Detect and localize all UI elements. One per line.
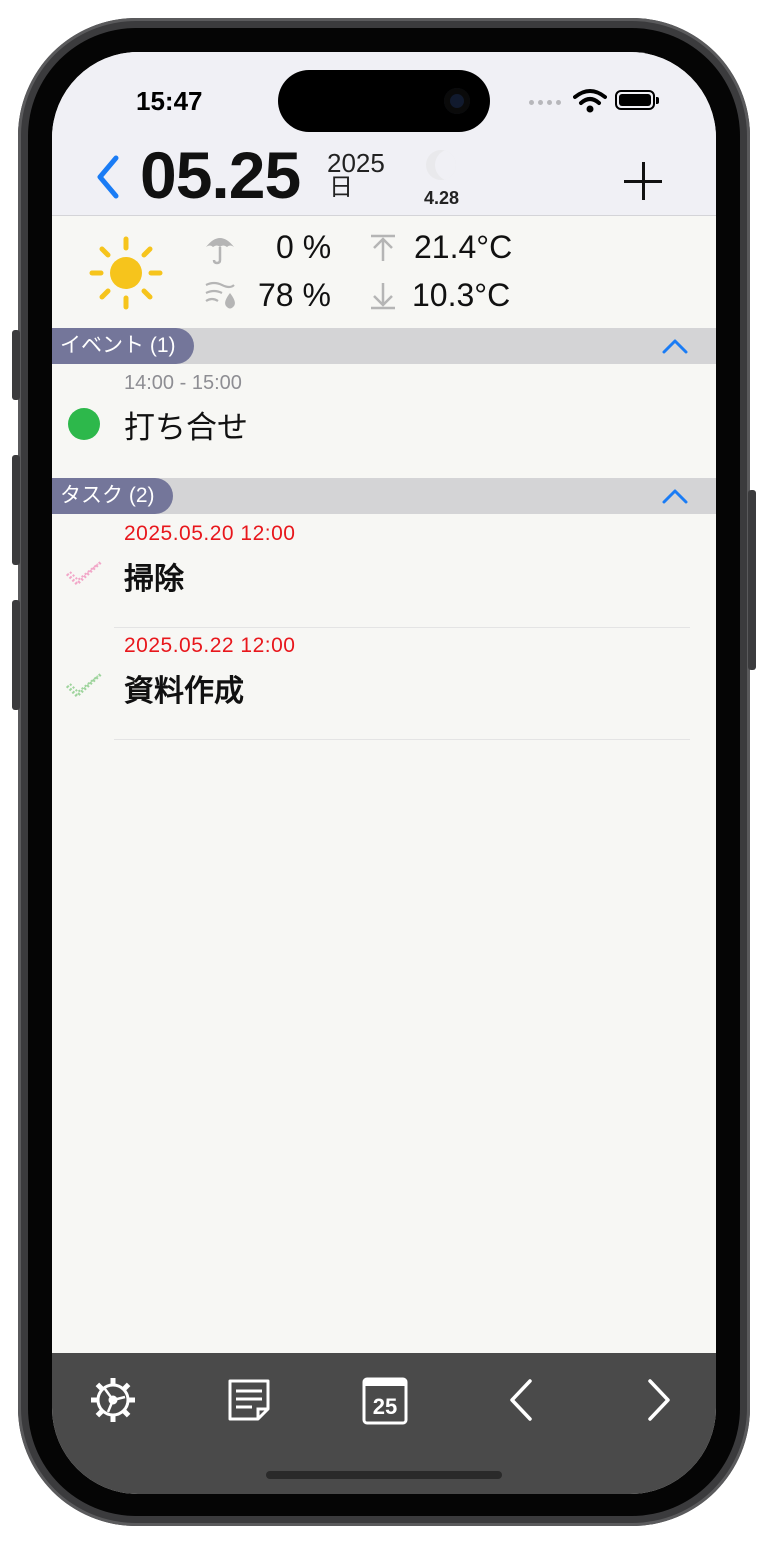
umbrella-icon <box>206 238 234 265</box>
status-time: 15:47 <box>136 86 203 116</box>
chevron-left-icon[interactable] <box>498 1375 548 1425</box>
camera-icon <box>444 88 470 114</box>
collapse-chevron-icon[interactable] <box>660 484 690 508</box>
events-section-title: イベント (1) <box>52 328 194 364</box>
moon-phase-icon <box>426 150 456 180</box>
volume-down-button <box>12 600 20 710</box>
action-button <box>12 330 20 400</box>
temp-low: 10.3°C <box>412 277 511 313</box>
header-area: 15:47 05.25 2025 日 4.28 <box>52 52 716 216</box>
calendar-day-label: 25 <box>373 1394 397 1419</box>
calendar-icon[interactable]: 25 <box>358 1375 412 1425</box>
humidity-icon <box>205 281 235 309</box>
task-title: 資料作成 <box>124 675 244 708</box>
humidity: 78 % <box>258 277 331 313</box>
add-button[interactable] <box>622 160 666 204</box>
note-icon[interactable] <box>224 1375 274 1425</box>
temp-high: 21.4°C <box>414 229 513 265</box>
current-date[interactable]: 05.25 <box>140 142 301 208</box>
app-screen: 15:47 05.25 2025 日 4.28 0 % 21.4°C 78 % … <box>52 52 716 1494</box>
back-chevron-icon[interactable] <box>94 152 124 202</box>
current-year: 2025 <box>327 148 385 178</box>
sunny-icon <box>89 236 163 310</box>
chevron-right-icon[interactable] <box>632 1375 682 1425</box>
task-title: 掃除 <box>124 563 184 596</box>
tasks-section-header[interactable]: タスク (2) <box>52 478 716 514</box>
event-color-dot <box>68 408 100 440</box>
battery-icon <box>615 90 659 110</box>
rain-chance: 0 % <box>276 229 332 265</box>
collapse-chevron-icon[interactable] <box>660 334 690 358</box>
tasks-section-title: タスク (2) <box>52 478 173 514</box>
task-due-date: 2025.05.20 12:00 <box>124 522 296 545</box>
dynamic-island <box>278 70 490 132</box>
arrow-up-icon <box>371 234 395 261</box>
arrow-down-icon <box>371 283 395 310</box>
bottom-toolbar: 25 <box>52 1353 716 1494</box>
moon-age: 4.28 <box>424 188 460 208</box>
check-icon[interactable] <box>64 670 104 700</box>
events-section-header[interactable]: イベント (1) <box>52 328 716 364</box>
divider <box>114 627 690 628</box>
check-icon[interactable] <box>64 558 104 588</box>
divider <box>114 739 690 740</box>
gear-icon[interactable] <box>88 1375 138 1425</box>
power-button <box>748 490 756 670</box>
weather-panel[interactable]: 0 % 21.4°C 78 % 10.3°C <box>52 217 716 328</box>
home-indicator[interactable] <box>266 1471 502 1479</box>
volume-up-button <box>12 455 20 565</box>
task-due-date: 2025.05.22 12:00 <box>124 634 296 657</box>
event-title: 打ち合せ <box>124 410 248 445</box>
wifi-icon <box>573 89 607 113</box>
event-time: 14:00 - 15:00 <box>124 372 242 394</box>
signal-icon <box>529 100 561 105</box>
weekday: 日 <box>329 174 353 201</box>
